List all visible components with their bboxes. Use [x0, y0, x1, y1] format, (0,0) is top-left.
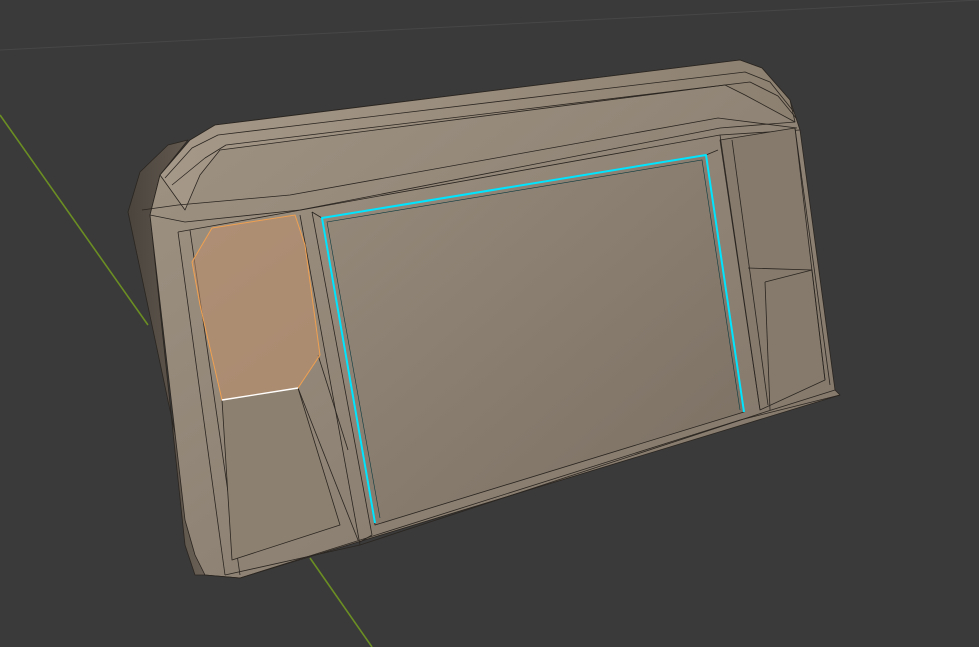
viewport-scene[interactable] [0, 0, 979, 647]
3d-viewport[interactable] [0, 0, 979, 647]
axis-y-line-lower [309, 557, 373, 647]
grid-line [0, 0, 979, 51]
axis-y-line [0, 114, 149, 326]
mesh-face-screen[interactable] [321, 154, 745, 526]
